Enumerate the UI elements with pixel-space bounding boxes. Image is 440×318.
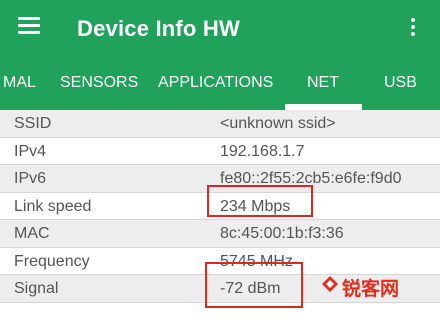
tab-sensors[interactable]: SENSORS: [60, 58, 138, 110]
menu-icon-line: [18, 24, 40, 27]
more-vert-icon[interactable]: [404, 12, 422, 42]
tab-mal[interactable]: MAL: [3, 58, 36, 110]
link-speed-highlight-box: [207, 185, 313, 217]
menu-icon-line: [18, 17, 40, 20]
watermark-logo-icon: [322, 276, 338, 292]
overflow-dot: [411, 25, 415, 29]
watermark: 锐客网: [320, 272, 432, 300]
row-label: SSID: [14, 115, 52, 132]
menu-icon[interactable]: [18, 17, 40, 37]
tab-usb[interactable]: USB: [384, 58, 417, 110]
app-toolbar: Device Info HW: [0, 0, 440, 58]
row-label: MAC: [14, 225, 50, 242]
row-label: Frequency: [14, 252, 90, 270]
overflow-dot: [411, 32, 415, 36]
row-value: 192.168.1.7: [220, 142, 305, 160]
tab-net[interactable]: NET: [307, 58, 339, 110]
row-value: 8c:45:00:1b:f3:36: [220, 225, 344, 242]
table-row-ssid: SSID <unknown ssid>: [0, 110, 440, 138]
table-row-mac: MAC 8c:45:00:1b:f3:36: [0, 220, 440, 248]
menu-icon-line: [18, 31, 40, 34]
tab-applications[interactable]: APPLICATIONS: [158, 58, 273, 110]
table-row-ipv4: IPv4 192.168.1.7: [0, 138, 440, 165]
overflow-dot: [411, 18, 415, 22]
watermark-text: 锐客网: [342, 279, 400, 300]
app-title: Device Info HW: [77, 16, 240, 41]
row-label: IPv4: [14, 142, 47, 160]
tab-bar: MAL SENSORS APPLICATIONS NET USB: [0, 58, 440, 110]
row-label: Link speed: [14, 197, 92, 215]
row-value: <unknown ssid>: [220, 115, 336, 132]
row-label: Signal: [14, 280, 59, 297]
row-label: IPv6: [14, 170, 47, 187]
signal-highlight-box: [205, 262, 303, 308]
